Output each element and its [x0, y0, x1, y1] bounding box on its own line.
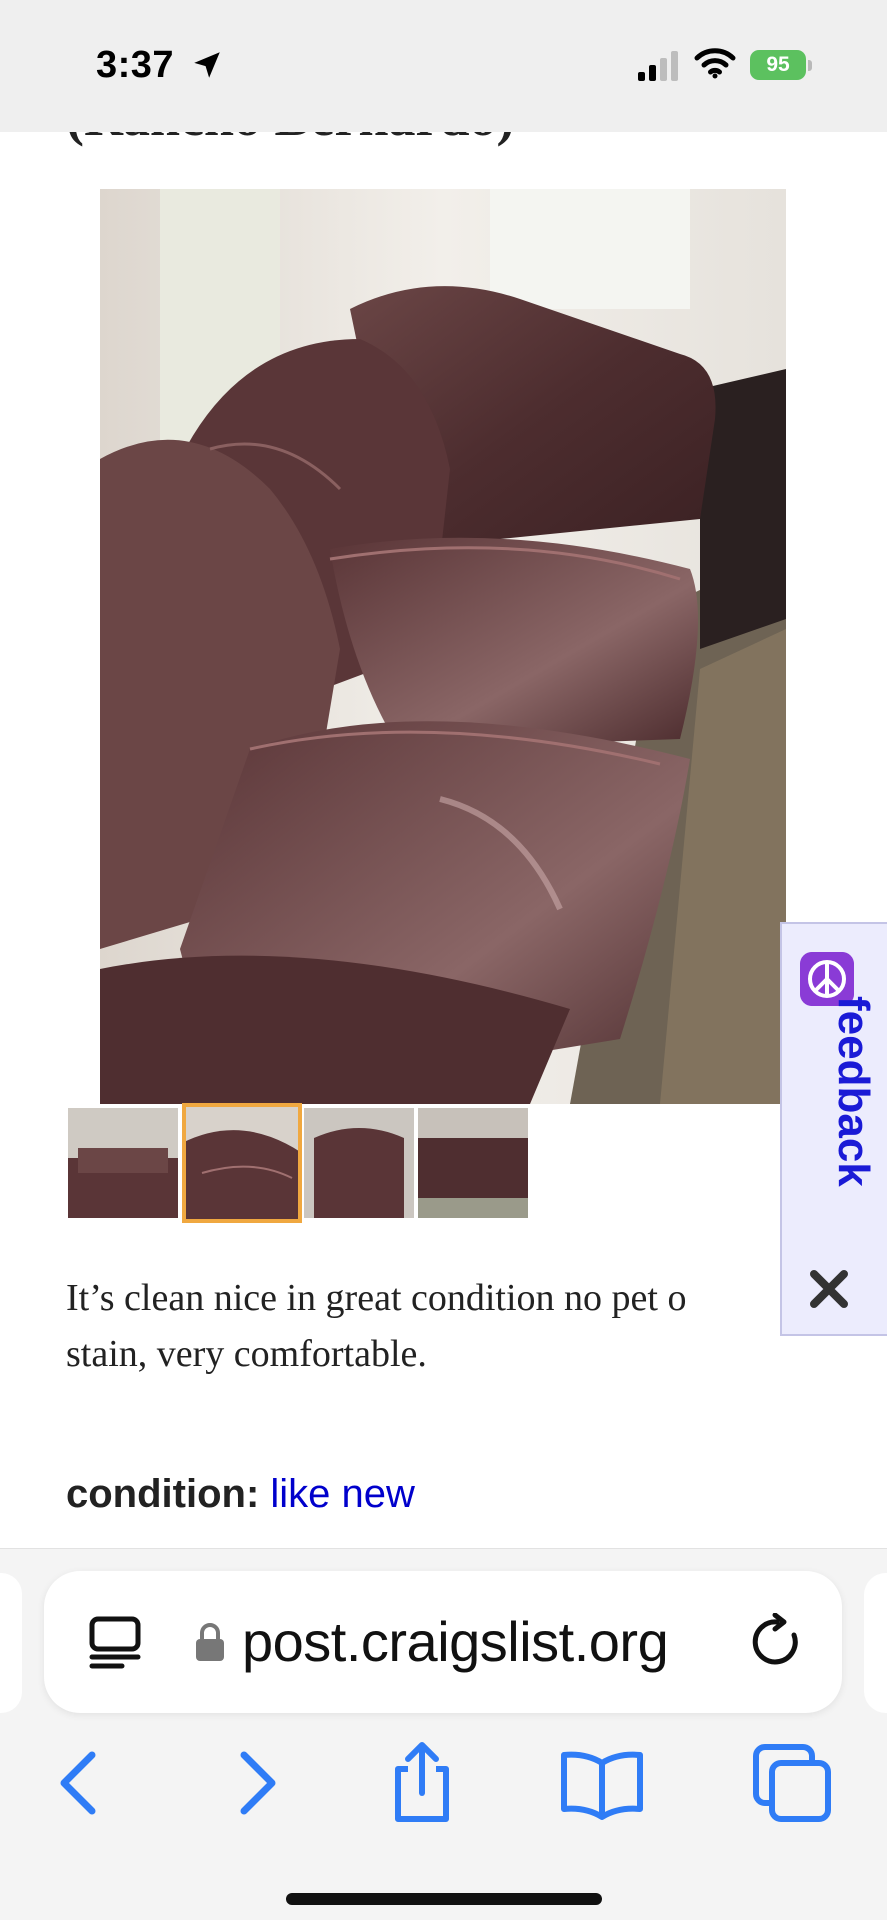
status-bar: 3:37 95	[0, 0, 887, 132]
thumbnail-2[interactable]	[182, 1103, 302, 1223]
battery-icon: 95	[750, 50, 812, 82]
battery-tip	[808, 60, 812, 71]
post-description: It’s clean nice in great condition no pe…	[66, 1270, 786, 1382]
wifi-icon	[694, 48, 736, 79]
battery-level: 95	[750, 50, 806, 80]
attribute-value-link[interactable]: like new	[270, 1472, 415, 1516]
cellular-signal-icon	[638, 51, 678, 81]
reader-icon[interactable]	[86, 1613, 144, 1671]
thumbnail-1[interactable]	[68, 1108, 178, 1218]
thumbnail-3[interactable]	[304, 1108, 414, 1218]
home-indicator	[286, 1893, 602, 1905]
next-image-icon[interactable]	[796, 562, 836, 622]
bookmarks-icon[interactable]	[558, 1739, 646, 1827]
reload-icon[interactable]	[748, 1613, 806, 1671]
address-bar[interactable]: post.craigslist.org	[44, 1571, 842, 1713]
sofa-image	[100, 189, 786, 1104]
description-line-2: stain, very comfortable.	[66, 1333, 427, 1375]
main-photo[interactable]	[100, 189, 786, 1104]
browser-toolbar: post.craigslist.org	[0, 1548, 887, 1920]
tabs-icon[interactable]	[748, 1739, 836, 1827]
description-line-1: It’s clean nice in great condition no pe…	[66, 1277, 687, 1319]
feedback-tab[interactable]: feedback	[780, 922, 887, 1336]
next-tab-edge[interactable]	[864, 1573, 887, 1713]
forward-icon[interactable]	[212, 1739, 300, 1827]
lock-icon	[196, 1623, 224, 1661]
close-icon[interactable]	[808, 1268, 850, 1310]
thumbnail-4[interactable]	[418, 1108, 528, 1218]
page-content: (Rancho Bernardo)	[0, 132, 887, 1548]
attribute-label: condition:	[66, 1472, 260, 1516]
feedback-label: feedback	[829, 996, 878, 1187]
location-arrow-icon	[194, 52, 220, 78]
clock: 3:37	[96, 44, 175, 86]
back-icon[interactable]	[36, 1739, 124, 1827]
share-icon[interactable]	[378, 1739, 466, 1827]
url-text[interactable]: post.craigslist.org	[242, 1609, 762, 1674]
attribute-condition: condition: like new	[66, 1472, 415, 1517]
post-title: (Rancho Bernardo)	[66, 132, 514, 148]
previous-tab-edge[interactable]	[0, 1573, 22, 1713]
previous-image-icon[interactable]	[54, 562, 94, 622]
